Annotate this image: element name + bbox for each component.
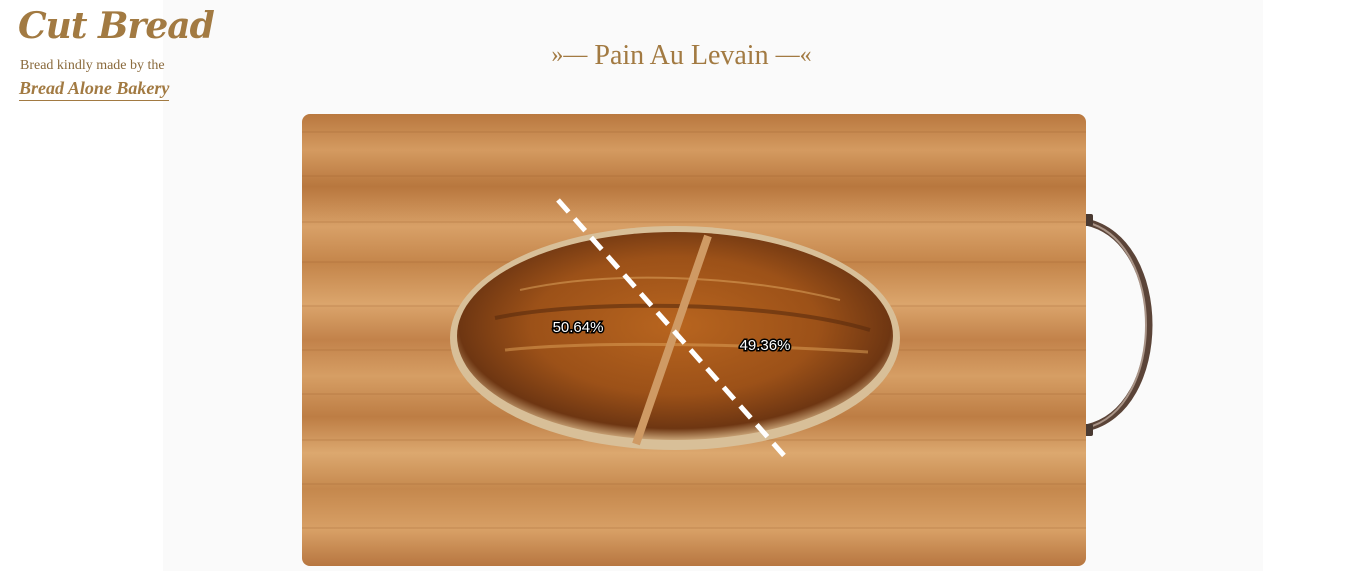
board-handle xyxy=(1084,214,1153,436)
left-slice-percentage: 50.64% xyxy=(553,319,604,336)
right-slice-percentage: 49.36% xyxy=(740,337,791,354)
cutting-stage[interactable]: 50.64% 49.36% xyxy=(0,0,1363,571)
